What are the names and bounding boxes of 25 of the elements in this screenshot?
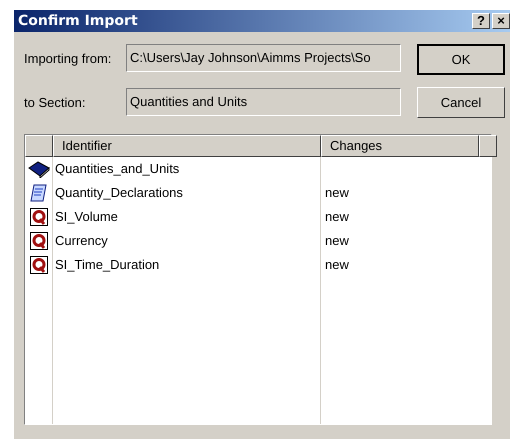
- window-title: Confirm Import: [18, 13, 139, 29]
- field-label: to Section:: [24, 94, 86, 110]
- table-cell-text: new: [324, 232, 350, 250]
- scroll-icon: [28, 183, 48, 203]
- close-button[interactable]: ×: [492, 13, 510, 29]
- ok-button[interactable]: OK: [417, 44, 505, 75]
- table-cell: SI_Time_Duration: [53, 253, 321, 277]
- quantity-icon: [30, 208, 48, 226]
- table-cell: Quantities_and_Units: [53, 157, 321, 181]
- table-cell-text: new: [324, 256, 350, 274]
- quantity-icon: [30, 256, 48, 274]
- cancel-button[interactable]: Cancel: [417, 87, 505, 118]
- column-header[interactable]: Identifier: [53, 135, 321, 157]
- help-button[interactable]: ?: [472, 13, 490, 29]
- column-header[interactable]: Changes: [321, 135, 479, 157]
- input-field[interactable]: Quantities and Units: [126, 88, 401, 116]
- table-cell: Quantity_Declarations: [53, 181, 321, 205]
- book-icon: [28, 160, 50, 178]
- table-cell: SI_Volume: [53, 205, 321, 229]
- field-label: Importing from:: [24, 50, 112, 66]
- quantity-icon: [30, 232, 48, 250]
- input-field[interactable]: C:\Users\Jay Johnson\Aimms Projects\So: [126, 44, 401, 72]
- table-cell: Currency: [53, 229, 321, 253]
- table-cell-text: new: [324, 208, 350, 226]
- table-cell-text: new: [324, 184, 350, 202]
